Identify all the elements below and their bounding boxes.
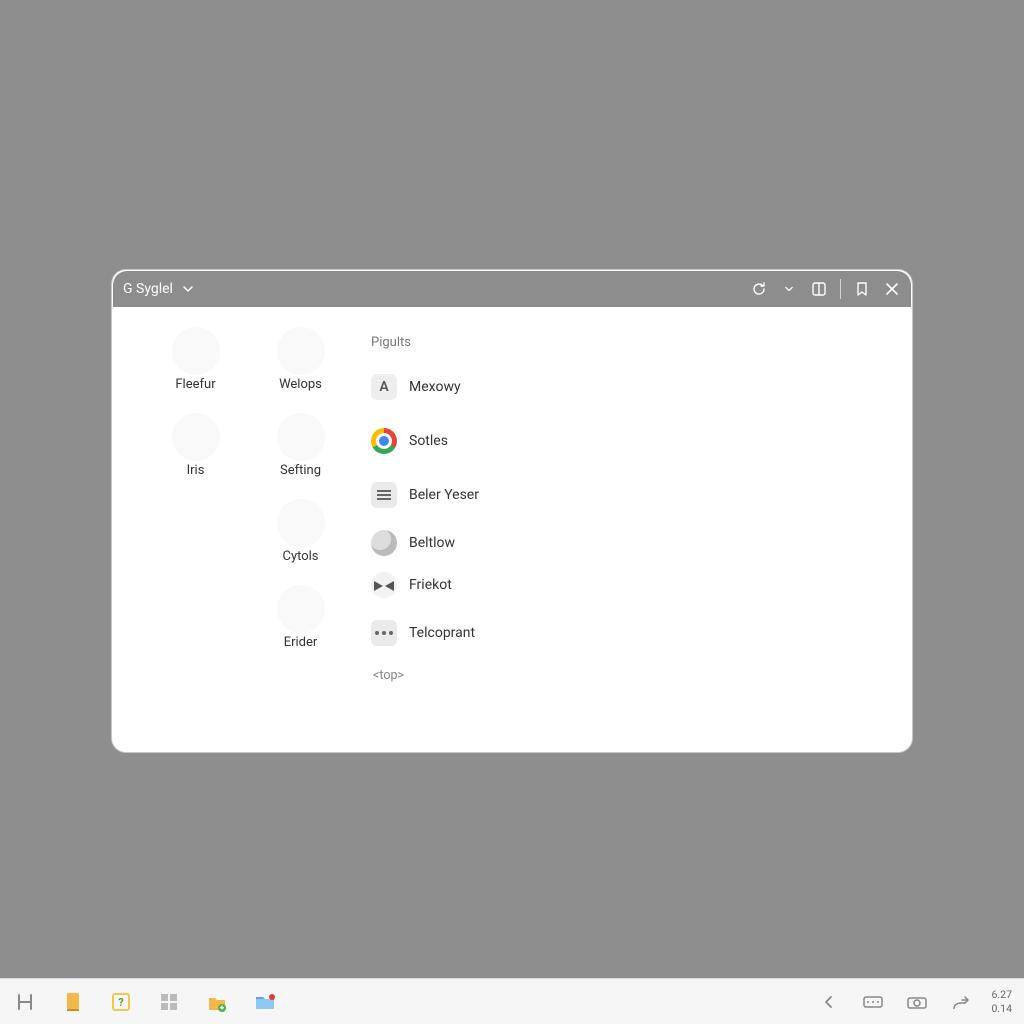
shortcut-erider[interactable]: Erider — [248, 585, 353, 671]
taskbar-help-button[interactable]: ? — [108, 989, 134, 1015]
grid-icon — [158, 991, 180, 1013]
taskbar-home-button[interactable] — [12, 989, 38, 1015]
shortcut-icon — [277, 413, 325, 461]
list-item-mexowy[interactable]: A Mexowy — [371, 360, 901, 414]
shortcut-empty[interactable] — [143, 499, 248, 585]
titlebar-right — [750, 279, 901, 299]
panel-icon — [811, 281, 827, 297]
bowtie-icon — [371, 572, 397, 598]
folder-download-icon — [206, 991, 228, 1013]
titlebar-left: G Syglel — [123, 280, 197, 298]
shortcut-label: Sefting — [280, 463, 321, 478]
folder-icon — [253, 991, 277, 1013]
list-item-label: Beler Yeser — [409, 487, 479, 503]
help-page-icon: ? — [110, 991, 132, 1013]
list-item-beler-yeser[interactable]: Beler Yeser — [371, 468, 901, 522]
section-heading: Pigults — [371, 335, 901, 350]
list-item-friekot[interactable]: Friekot — [371, 564, 901, 606]
taskbar-forward-button[interactable] — [948, 989, 974, 1015]
list-item-sotles[interactable]: Sotles — [371, 414, 901, 468]
window-title: G Syglel — [123, 281, 173, 297]
titlebar-divider — [840, 279, 841, 299]
list-item-label: Mexowy — [409, 379, 461, 395]
list-item-label: Friekot — [409, 577, 452, 593]
camera-icon — [907, 994, 927, 1010]
shortcut-grid: Fleefur Welops Iris Sefting Cytols — [113, 307, 353, 751]
app-window: G Syglel — [112, 270, 912, 752]
close-icon — [885, 282, 899, 296]
list-item-beltlow[interactable]: Beltlow — [371, 522, 901, 564]
shortcut-icon — [277, 327, 325, 375]
shortcut-icon — [172, 327, 220, 375]
shortcut-icon — [277, 499, 325, 547]
refresh-button[interactable] — [750, 280, 768, 298]
title-dropdown-button[interactable] — [179, 280, 197, 298]
taskbar-clock: 6.27 0.14 — [992, 988, 1012, 1014]
clock-line-1: 6.27 — [992, 988, 1012, 1001]
chevron-down-icon — [183, 284, 193, 294]
list-item-label: Beltlow — [409, 535, 455, 551]
refresh-icon — [751, 281, 767, 297]
forward-arrow-icon — [952, 995, 970, 1009]
bookmark-button[interactable] — [853, 280, 871, 298]
shortcut-icon — [277, 585, 325, 633]
shortcut-fleefur[interactable]: Fleefur — [143, 327, 248, 413]
globe-icon — [371, 530, 397, 556]
taskbar-left: ? — [12, 989, 278, 1015]
taskbar-keyboard-button[interactable] — [860, 989, 886, 1015]
book-icon — [63, 991, 83, 1013]
taskbar-camera-button[interactable] — [904, 989, 930, 1015]
chrome-icon — [371, 428, 397, 454]
svg-text:?: ? — [118, 996, 124, 1009]
shortcut-empty-2[interactable] — [143, 585, 248, 671]
taskbar-grid-button[interactable] — [156, 989, 182, 1015]
shortcut-welops[interactable]: Welops — [248, 327, 353, 413]
shortcut-sefting[interactable]: Sefting — [248, 413, 353, 499]
taskbar-book-button[interactable] — [60, 989, 86, 1015]
close-button[interactable] — [883, 280, 901, 298]
keyboard-icon — [863, 994, 883, 1010]
taskbar-download-button[interactable] — [204, 989, 230, 1015]
window-body: Fleefur Welops Iris Sefting Cytols — [113, 307, 911, 751]
ellipsis-icon — [371, 620, 397, 646]
chevron-down-icon — [785, 285, 793, 293]
panel-button[interactable] — [810, 280, 828, 298]
taskbar-back-button[interactable] — [816, 989, 842, 1015]
taskbar-right: 6.27 0.14 — [816, 988, 1012, 1014]
list-item-label: Sotles — [409, 433, 448, 449]
letter-h-icon — [15, 992, 35, 1012]
shortcut-icon — [172, 499, 220, 547]
shortcut-label: Fleefur — [175, 377, 215, 392]
shortcut-label: Cytols — [282, 549, 318, 564]
taskbar-folder-button[interactable] — [252, 989, 278, 1015]
footer-tag: <top> — [373, 668, 901, 683]
bookmark-icon — [855, 281, 869, 297]
shortcut-iris[interactable]: Iris — [143, 413, 248, 499]
shortcut-icon — [172, 585, 220, 633]
taskbar: ? 6.27 0.14 — [0, 978, 1024, 1024]
letter-a-icon: A — [371, 374, 397, 400]
chevron-left-icon — [821, 994, 837, 1010]
clock-line-2: 0.14 — [992, 1002, 1012, 1015]
shortcut-cytols[interactable]: Cytols — [248, 499, 353, 585]
shortcut-icon — [172, 413, 220, 461]
list-item-telcoprant[interactable]: Telcoprant — [371, 606, 901, 660]
titlebar: G Syglel — [113, 271, 911, 307]
shortcut-label: Welops — [279, 377, 322, 392]
refresh-menu-button[interactable] — [780, 280, 798, 298]
shortcut-label: Erider — [284, 635, 318, 650]
results-pane: Pigults A Mexowy Sotles Beler Yeser Belt… — [353, 307, 911, 751]
document-icon — [371, 482, 397, 508]
shortcut-label: Iris — [187, 463, 205, 478]
list-item-label: Telcoprant — [409, 625, 475, 641]
